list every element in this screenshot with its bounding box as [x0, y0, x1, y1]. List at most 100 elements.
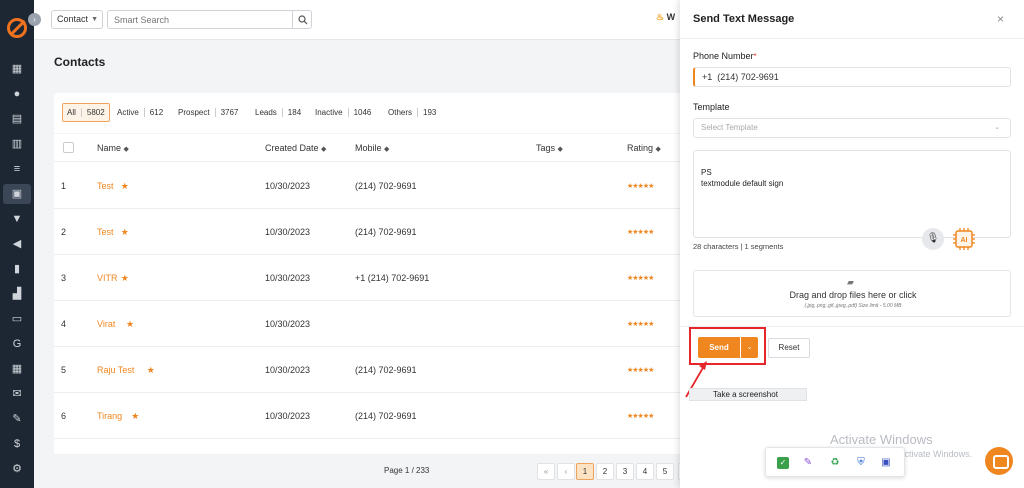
filter-count: 1046	[347, 108, 372, 117]
row-index: 6	[61, 411, 67, 421]
page-button[interactable]: 1	[576, 463, 594, 480]
template-placeholder: Select Template	[701, 123, 758, 132]
header-name[interactable]: Name ◆	[97, 143, 129, 153]
first-page-button[interactable]: «	[537, 463, 555, 480]
sidebar-toggle-button[interactable]: ›	[28, 13, 41, 26]
created-date: 10/30/2023	[265, 319, 311, 329]
send-options-dropdown[interactable]: ⌄	[741, 337, 758, 358]
contact-name[interactable]: VITR	[97, 273, 118, 283]
table-row[interactable]: 2 Test ★ 10/30/2023 (214) 702-9691 ★★★★★	[54, 209, 680, 255]
chart-icon[interactable]: ▟	[10, 287, 24, 301]
google-icon[interactable]: G	[10, 337, 24, 351]
row-index: 5	[61, 365, 67, 375]
funnel-icon[interactable]: ▼	[10, 212, 24, 226]
dashboard-icon[interactable]: ▦	[10, 62, 24, 76]
chevron-down-icon: ▼	[91, 16, 98, 23]
filter-chip-all[interactable]: All 5802	[62, 103, 110, 122]
documents-icon[interactable]: ▤	[10, 112, 24, 126]
filter-count: 3767	[214, 108, 239, 117]
contacts-icon[interactable]: ▣	[3, 184, 31, 204]
context-select[interactable]: Contact ▼	[51, 10, 103, 29]
page-button[interactable]: 3	[616, 463, 634, 480]
filter-label: Inactive	[315, 108, 343, 117]
mail-icon[interactable]: ✉	[10, 387, 24, 401]
list-icon[interactable]: ≡	[10, 162, 24, 176]
recycle-icon[interactable]: ♻	[829, 457, 841, 469]
rating-stars: ★★★★★	[627, 229, 654, 236]
table-row[interactable]: 3 VITR ★ 10/30/2023 +1 (214) 702-9691 ★★★★★	[54, 255, 680, 301]
sort-icon: ◆	[384, 146, 390, 153]
page-label: Page 1 / 233	[384, 466, 430, 475]
contact-name[interactable]: Tirang	[97, 411, 122, 421]
file-dropzone[interactable]: ▰ Drag and drop files here or click (.jp…	[693, 270, 1011, 317]
row-index: 2	[61, 227, 67, 237]
book-icon[interactable]: ▮	[10, 262, 24, 276]
ai-assistant-icon[interactable]: AI	[952, 227, 976, 251]
microphone-icon[interactable]: 🎙	[922, 228, 944, 250]
message-textarea[interactable]: PS textmodule default sign	[693, 150, 1011, 238]
signature-icon[interactable]: ✎	[10, 412, 24, 426]
contact-name[interactable]: Test	[97, 227, 114, 237]
reset-button[interactable]: Reset	[768, 338, 810, 358]
dropzone-text: Drag and drop files here or click	[789, 290, 917, 300]
created-date: 10/30/2023	[265, 411, 311, 421]
filter-chip-prospect[interactable]: Prospect 3767	[173, 103, 243, 122]
folder-icon[interactable]: ▭	[10, 312, 24, 326]
table-row[interactable]: 5 Raju Test ★ 10/30/2023 (214) 702-9691 ★★★★★	[54, 347, 680, 393]
rating-stars: ★★★★★	[627, 367, 654, 374]
megaphone-icon[interactable]: ◀	[10, 237, 24, 251]
calendar-icon[interactable]: ▦	[10, 362, 24, 376]
phone-number-input[interactable]	[693, 67, 1011, 87]
top-bar-user[interactable]: ♨ W	[656, 12, 675, 23]
header-created-date[interactable]: Created Date ◆	[265, 143, 326, 153]
filter-chip-others[interactable]: Others 193	[383, 103, 441, 122]
filter-chip-active[interactable]: Active 612	[112, 103, 168, 122]
filter-chip-leads[interactable]: Leads 184	[250, 103, 306, 122]
table-row[interactable]: 1 Test ★ 10/30/2023 (214) 702-9691 ★★★★★	[54, 163, 680, 209]
character-counter: 28 characters | 1 segments	[693, 242, 784, 251]
page-button[interactable]: 4	[636, 463, 654, 480]
shield-icon[interactable]: ⛨	[855, 457, 867, 469]
star-icon: ★	[131, 411, 140, 421]
dollar-icon[interactable]: $	[10, 437, 24, 451]
sort-icon: ◆	[557, 146, 563, 153]
chat-icon[interactable]	[985, 447, 1013, 475]
top-bar: Contact ▼ ♨ W	[34, 0, 680, 40]
check-shield-icon[interactable]: ✓	[777, 457, 789, 469]
page-button[interactable]: 5	[656, 463, 674, 480]
rating-stars: ★★★★★	[627, 413, 654, 420]
search-button[interactable]	[292, 10, 312, 29]
row-index: 4	[61, 319, 67, 329]
star-icon: ★	[120, 181, 129, 191]
gear-icon[interactable]: ⚙	[10, 462, 24, 476]
contact-name[interactable]: Virat	[97, 319, 115, 329]
header-tags[interactable]: Tags ◆	[536, 143, 563, 153]
filter-chip-inactive[interactable]: Inactive 1046	[310, 103, 376, 122]
send-button[interactable]: Send	[698, 337, 740, 358]
page-title: Contacts	[54, 55, 106, 69]
created-date: 10/30/2023	[265, 181, 311, 191]
template-select[interactable]: Select Template ⌄	[693, 118, 1011, 138]
teams-icon[interactable]: ▣	[880, 457, 892, 469]
user-icon[interactable]: ●	[10, 87, 24, 101]
pen-icon[interactable]: ✎	[802, 457, 814, 469]
contact-name[interactable]: Raju Test	[97, 365, 134, 375]
contact-name[interactable]: Test	[97, 181, 114, 191]
app-logo[interactable]	[7, 18, 27, 38]
table-row[interactable]: 4 Virat ★ 10/30/2023 ★★★★★	[54, 301, 680, 347]
svg-text:AI: AI	[961, 237, 968, 244]
page-button[interactable]: 2	[596, 463, 614, 480]
header-rating[interactable]: Rating ◆	[627, 143, 661, 153]
smart-search-input[interactable]	[107, 10, 292, 29]
table-row[interactable]: 6 Tirang ★ 10/30/2023 (214) 702-9691 ★★★★★	[54, 393, 680, 439]
bank-icon[interactable]: ▥	[10, 137, 24, 151]
header-mobile[interactable]: Mobile ◆	[355, 143, 389, 153]
close-icon[interactable]: ×	[997, 12, 1004, 26]
rating-stars: ★★★★★	[627, 183, 654, 190]
main-content: Contact ▼ ♨ W Contacts All5802Active612 P…	[34, 0, 772, 488]
prev-page-button[interactable]: ‹	[557, 463, 575, 480]
contacts-table: Name ◆ Created Date ◆ Mobile ◆ Tags ◆ Ra…	[54, 134, 680, 454]
sidebar: ▦ ● ▤ ▥ ≡ ▣ ▼ ◀ ▮ ▟ ▭ G ▦ ✉ ✎ $ ⚙	[0, 0, 34, 488]
filter-bar: All 5802 Active 612 Prospect 3767 Leads 184 Inac…	[54, 93, 680, 133]
select-all-checkbox[interactable]	[63, 142, 74, 153]
